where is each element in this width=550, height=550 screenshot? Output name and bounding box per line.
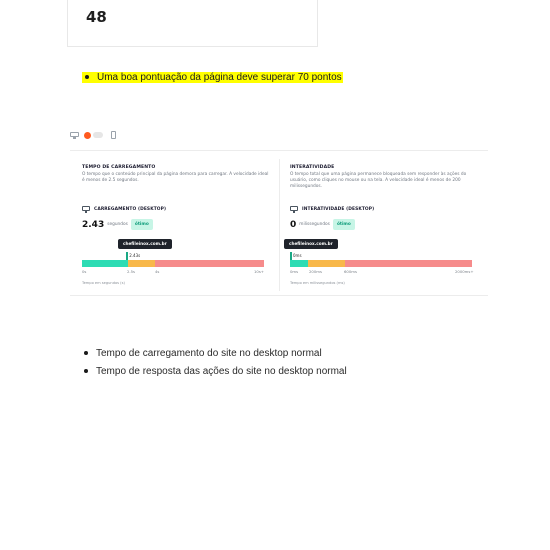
toggle-track[interactable]: [93, 132, 103, 138]
bullet-icon: [85, 74, 89, 79]
monitor-icon: [290, 206, 298, 213]
load-scale-bar: [82, 260, 264, 267]
status-badge: ótimo: [332, 219, 355, 230]
scale-tick: 2.5s: [127, 269, 136, 274]
score-card: 48: [67, 0, 318, 47]
phone-icon[interactable]: [111, 131, 116, 139]
monitor-icon[interactable]: [70, 131, 79, 139]
metric-sub-label: CARREGAMENTO (DESKTOP): [94, 207, 167, 212]
metric-description: O tempo total que uma página permanece b…: [290, 172, 467, 189]
bullet-icon: [84, 368, 88, 373]
scale-tick: 4s: [155, 269, 160, 274]
load-pin-label: 2.43s: [129, 253, 141, 258]
metric-title: TEMPO DE CARREGAMENTO: [82, 165, 156, 170]
load-pin: [126, 252, 129, 260]
toggle-knob[interactable]: [84, 131, 91, 139]
scale-tick: 600ms: [344, 269, 357, 274]
interactivity-pin: [290, 252, 292, 260]
metric-value-row: 2.43 segundos ótimo: [82, 219, 153, 230]
list-item: Tempo de carregamento do site no desktop…: [82, 345, 347, 363]
metrics-panel: TEMPO DE CARREGAMENTO O tempo que o cont…: [70, 150, 488, 296]
metric-subheader: INTERATIVIDADE (DESKTOP): [290, 206, 374, 213]
device-toggle[interactable]: [70, 131, 116, 139]
interactivity-metric: INTERATIVIDADE O tempo total que uma pág…: [284, 151, 490, 297]
scale-medium-segment: [127, 260, 155, 267]
highlighted-note: Uma boa pontuação da página deve superar…: [82, 72, 343, 83]
notes-list: Tempo de carregamento do site no desktop…: [82, 345, 347, 381]
list-item: Tempo de resposta das ações do site no d…: [82, 363, 347, 381]
score-value: 48: [86, 8, 107, 26]
scale-tick: 10s+: [254, 269, 264, 274]
metric-title: INTERATIVIDADE: [290, 165, 335, 170]
interactivity-scale-bar: [290, 260, 472, 267]
scale-good-segment: [82, 260, 128, 267]
scale-tick: 2000ms+: [455, 269, 474, 274]
highlighted-note-text: Uma boa pontuação da página deve superar…: [97, 72, 342, 83]
scale-good-segment: [290, 260, 309, 267]
status-badge: ótimo: [130, 219, 153, 230]
metric-description: O tempo que o conteúdo principal da pági…: [82, 172, 269, 183]
bullet-icon: [84, 350, 88, 355]
list-item-text: Tempo de carregamento do site no desktop…: [96, 348, 322, 359]
metric-unit: milissegundos: [299, 222, 330, 227]
metric-value-row: 0 milissegundos ótimo: [290, 219, 355, 230]
interactivity-pin-label: 0ms: [293, 253, 302, 258]
monitor-icon: [82, 206, 90, 213]
metric-sub-label: INTERATIVIDADE (DESKTOP): [302, 207, 375, 212]
metric-footnote: Tempo em milissegundos (ms): [290, 281, 345, 285]
scale-tick: 0s: [82, 269, 87, 274]
metric-value: 0: [290, 219, 297, 230]
site-tooltip: chefileinox.com.br: [118, 239, 172, 249]
scale-tick: 200ms: [309, 269, 322, 274]
site-tooltip: chefileinox.com.br: [284, 239, 338, 249]
scale-bad-segment: [154, 260, 264, 267]
scale-medium-segment: [308, 260, 345, 267]
scale-tick: 0ms: [290, 269, 299, 274]
list-item-text: Tempo de resposta das ações do site no d…: [96, 366, 347, 377]
metric-unit: segundos: [107, 222, 128, 227]
metric-subheader: CARREGAMENTO (DESKTOP): [82, 206, 166, 213]
metric-footnote: Tempo em segundos (s): [82, 281, 125, 285]
scale-bad-segment: [344, 260, 472, 267]
load-metric: TEMPO DE CARREGAMENTO O tempo que o cont…: [82, 151, 282, 297]
metric-value: 2.43: [82, 219, 105, 230]
